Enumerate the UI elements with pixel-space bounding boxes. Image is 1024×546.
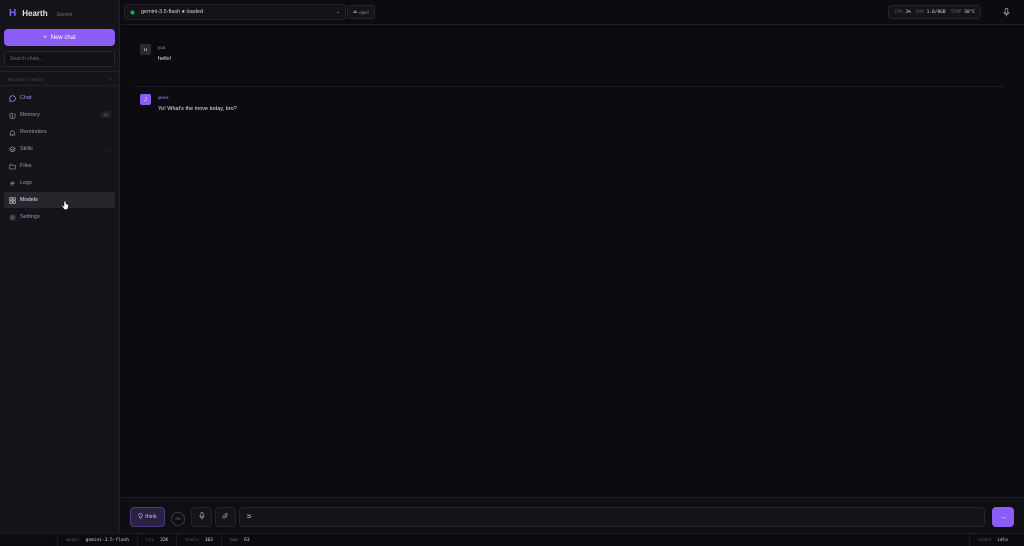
- voice-input-button[interactable]: [191, 507, 212, 527]
- model-selector[interactable]: gemini-3.5-flash ● loaded ⌄: [124, 4, 346, 20]
- status-mem-label: mem: [229, 537, 239, 543]
- composer: think 0% →: [121, 497, 1024, 533]
- plus-icon: +: [43, 34, 47, 41]
- temp-label: TEMP: [950, 9, 962, 15]
- sidebar-nav: Chat Memory 43 Reminders Skills — Files …: [4, 90, 115, 226]
- new-chat-button[interactable]: + New chat: [4, 29, 115, 46]
- recent-chats-header: RECENT CHATS +: [8, 77, 112, 82]
- status-state: state idle: [968, 534, 1016, 546]
- message-divider: [135, 86, 1003, 87]
- status-tools-value: 102: [204, 537, 213, 543]
- sidebar-item-models[interactable]: Models: [4, 192, 115, 208]
- memory-count-badge: 43: [100, 111, 111, 118]
- gear-icon: [8, 213, 16, 221]
- attach-file-button[interactable]: [215, 507, 236, 527]
- eject-label: eject: [359, 9, 369, 15]
- user-avatar: u: [140, 44, 151, 55]
- system-stats: CPU 3% RAM 1.0/8GB TEMP 38°C: [888, 5, 981, 19]
- memory-icon: [8, 111, 16, 119]
- status-mem-value: 63: [244, 537, 250, 543]
- status-model: model gemini-3.5-flash: [57, 533, 137, 546]
- message-sender: jarvis: [158, 95, 169, 100]
- model-status-dot: [130, 9, 135, 15]
- status-tools: tools 102: [176, 533, 221, 546]
- brand-subtitle: Gemini: [56, 12, 73, 18]
- think-label: think: [145, 514, 157, 520]
- chevron-down-icon: ⌄: [335, 9, 340, 15]
- assistant-avatar: J: [140, 94, 151, 105]
- sidebar: H Hearth Gemini + New chat RECENT CHATS …: [0, 0, 120, 533]
- sidebar-item-skills[interactable]: Skills —: [4, 141, 115, 157]
- sidebar-item-logs[interactable]: Logs: [4, 175, 115, 191]
- bell-icon: [8, 128, 16, 136]
- microphone-icon[interactable]: [998, 4, 1014, 20]
- sidebar-item-label: Models: [20, 197, 38, 203]
- chat-bubble-icon: [8, 94, 16, 102]
- layers-icon: [8, 145, 16, 153]
- new-chat-label: New chat: [50, 34, 76, 41]
- eject-icon: ⏏: [353, 9, 358, 14]
- sidebar-item-chat[interactable]: Chat: [4, 90, 115, 106]
- model-selector-label: gemini-3.5-flash ● loaded: [141, 9, 204, 15]
- message-sender: you: [158, 45, 166, 50]
- ram-value: 1.0/8GB: [926, 9, 946, 15]
- status-mem: mem 63: [220, 533, 258, 546]
- sidebar-divider: [0, 85, 120, 86]
- context-usage-indicator: 0%: [171, 512, 185, 526]
- sidebar-item-memory[interactable]: Memory 43: [4, 107, 115, 123]
- cpu-label: CPU: [894, 9, 903, 15]
- status-ctx: ctx 32K: [137, 533, 176, 546]
- status-state-label: state: [977, 538, 992, 543]
- brand: H Hearth Gemini: [9, 8, 72, 19]
- brand-name: Hearth: [22, 9, 48, 18]
- sidebar-divider: [0, 71, 120, 72]
- status-ctx-label: ctx: [146, 537, 155, 543]
- paperclip-icon: [222, 512, 229, 522]
- mouse-cursor-icon: [61, 200, 69, 214]
- status-model-value: gemini-3.5-flash: [85, 537, 129, 543]
- sidebar-item-settings[interactable]: Settings: [4, 209, 115, 225]
- think-toggle[interactable]: think: [130, 507, 165, 527]
- sidebar-item-files[interactable]: Files: [4, 158, 115, 174]
- eject-button[interactable]: ⏏ eject: [347, 5, 375, 19]
- sidebar-item-reminders[interactable]: Reminders: [4, 124, 115, 140]
- temp-value: 38°C: [964, 9, 975, 15]
- status-bar: ·········· model gemini-3.5-flash ctx 32…: [0, 533, 1024, 546]
- status-state-value: idle: [997, 538, 1008, 543]
- status-tools-label: tools: [185, 537, 199, 543]
- microphone-icon: [198, 512, 205, 522]
- cpu-value: 3%: [905, 9, 911, 15]
- sidebar-item-label: Reminders: [20, 129, 47, 135]
- folder-icon: [8, 162, 16, 170]
- sidebar-item-label: Files: [20, 163, 32, 169]
- brand-logo: H: [9, 8, 17, 19]
- send-button[interactable]: →: [992, 507, 1014, 527]
- lightbulb-icon: [138, 513, 143, 521]
- sidebar-item-label: Chat: [20, 95, 32, 101]
- arrow-right-icon: →: [999, 513, 1007, 521]
- sidebar-item-label: Skills: [20, 146, 33, 152]
- sidebar-item-label: Memory: [20, 112, 40, 118]
- top-bar: gemini-3.5-flash ● loaded ⌄ ⏏ eject CPU …: [121, 0, 1024, 25]
- sidebar-item-label: Settings: [20, 214, 40, 220]
- search-chats-input[interactable]: [4, 51, 115, 67]
- status-bar-decoration: ··········: [6, 537, 44, 543]
- skills-trailing: —: [105, 147, 109, 152]
- list-icon: [8, 179, 16, 187]
- message-text: hello!: [158, 56, 172, 62]
- sidebar-item-label: Logs: [20, 180, 32, 186]
- message-input[interactable]: [239, 507, 985, 527]
- recent-chats-toggle[interactable]: +: [109, 77, 112, 82]
- status-model-label: model: [66, 537, 80, 543]
- message-text: Yo! What's the move today, bro?: [158, 106, 237, 112]
- grid-icon: [8, 196, 16, 204]
- ram-label: RAM: [915, 9, 924, 15]
- recent-chats-label: RECENT CHATS: [8, 77, 44, 82]
- status-ctx-value: 32K: [160, 537, 169, 543]
